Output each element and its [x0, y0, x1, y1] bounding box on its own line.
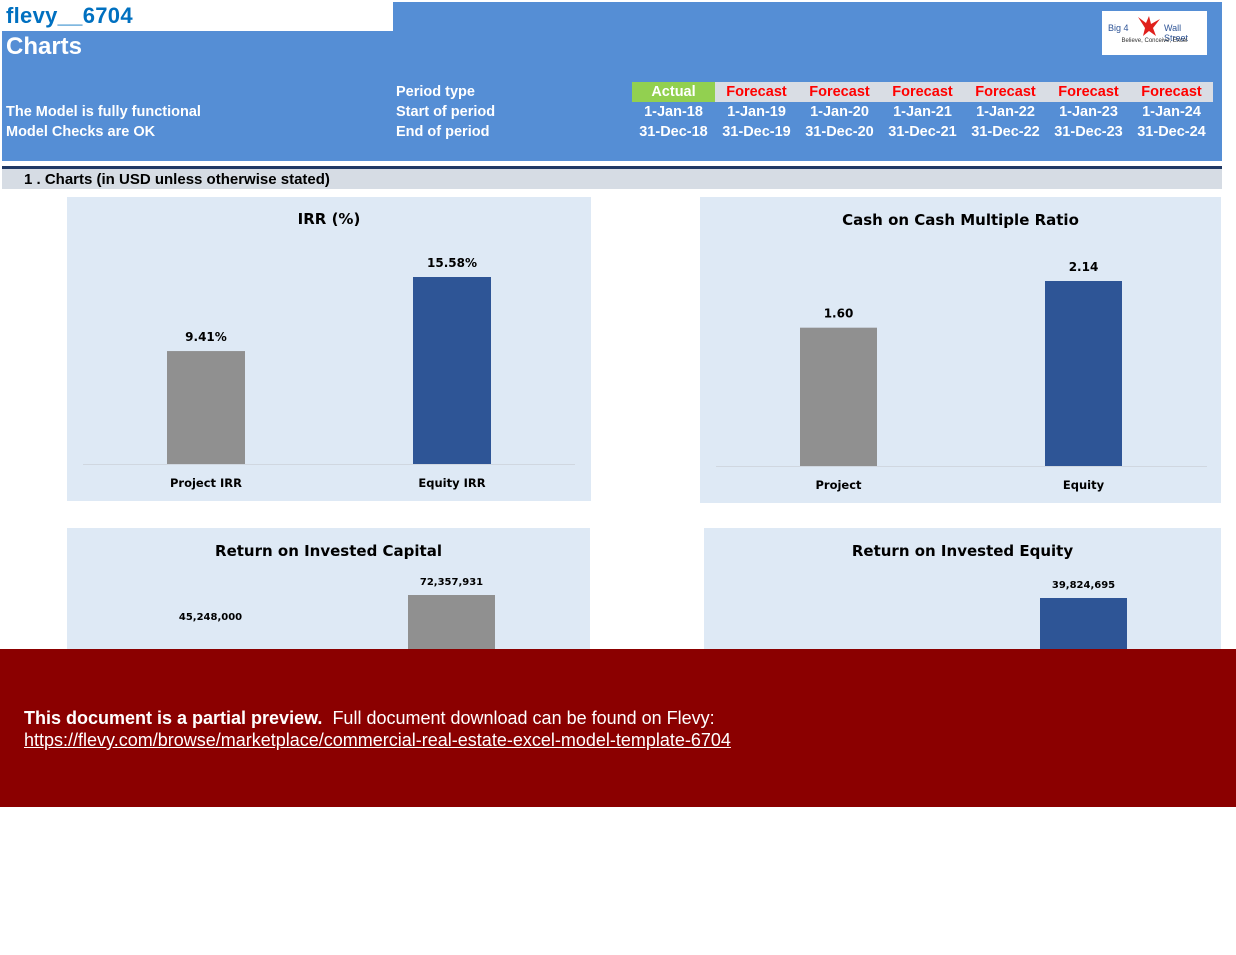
period-start-cell: 1-Jan-24 — [1142, 104, 1201, 120]
roie-chart-plot: 39,824,695 — [1040, 580, 1127, 649]
period-start-cell: 1-Jan-21 — [893, 104, 952, 120]
cash-on-cash-chart: Cash on Cash Multiple Ratio 1.60 Project 2… — [700, 197, 1221, 503]
logo-text-left: Big 4 — [1108, 23, 1129, 33]
start-of-period-label: Start of period — [396, 104, 496, 120]
period-type-cell: Forecast — [881, 82, 964, 102]
irr-chart: IRR (%) 9.41% Project IRR 15.58% Equity IRR — [67, 197, 591, 501]
preview-message: Full document download can be found on F… — [332, 708, 715, 728]
end-of-period-label: End of period — [396, 124, 490, 140]
period-start-cell: 1-Jan-23 — [1059, 104, 1118, 120]
return-on-invested-capital-chart: Return on Invested Capital 45,248,000 72,… — [67, 528, 590, 649]
period-start-cell: 1-Jan-20 — [810, 104, 869, 120]
period-start-cell: 1-Jan-19 — [727, 104, 786, 120]
period-type-label: Period type — [396, 84, 475, 100]
section-title: 1 . Charts (in USD unless otherwise stat… — [24, 171, 330, 188]
data-label: 45,248,000 — [179, 612, 242, 623]
eagle-icon — [1138, 16, 1160, 36]
data-label: 15.58% — [427, 256, 477, 270]
category-label: Equity — [1063, 478, 1105, 492]
period-end-cell: 31-Dec-24 — [1137, 124, 1206, 140]
bar-equity — [1045, 281, 1122, 466]
bar-equity-irr — [413, 277, 491, 464]
model-status: The Model is fully functional — [6, 104, 201, 120]
bar-project-irr — [167, 351, 245, 464]
return-on-invested-equity-chart: Return on Invested Equity 39,824,695 — [704, 528, 1221, 649]
period-end-cell: 31-Dec-22 — [971, 124, 1040, 140]
logo-tagline: Believe, Conceive, Excel — [1121, 38, 1188, 44]
period-type-cell: Forecast — [798, 82, 881, 102]
preview-lead: This document is a partial preview. — [24, 708, 323, 728]
period-type-cell: Actual — [632, 82, 715, 102]
document-id: flevy__6704 — [6, 3, 133, 28]
period-type-cell: Forecast — [715, 82, 798, 102]
data-label: 9.41% — [185, 330, 227, 344]
period-type-cell: Forecast — [1047, 82, 1130, 102]
period-start-cell: 1-Jan-22 — [976, 104, 1035, 120]
bar-project — [800, 327, 877, 466]
data-label: 2.14 — [1069, 260, 1099, 274]
category-label: Project — [815, 478, 862, 492]
period-end-cell: 31-Dec-23 — [1054, 124, 1123, 140]
bar-series-0 — [167, 630, 254, 649]
cash-on-cash-chart-plot: 1.60 Project 2.14 Equity — [716, 260, 1207, 492]
roic-chart-plot: 45,248,000 72,357,931 — [167, 577, 495, 649]
irr-chart-plot: 9.41% Project IRR 15.58% Equity IRR — [83, 256, 575, 490]
period-end-cell: 31-Dec-20 — [805, 124, 874, 140]
data-label: 72,357,931 — [420, 577, 483, 588]
period-end-cell: 31-Dec-19 — [722, 124, 791, 140]
period-type-cell: Forecast — [1130, 82, 1213, 102]
flevy-download-link[interactable]: https://flevy.com/browse/marketplace/com… — [24, 729, 731, 751]
category-label: Equity IRR — [418, 476, 485, 490]
period-type-cell: Forecast — [964, 82, 1047, 102]
data-label: 39,824,695 — [1052, 580, 1115, 591]
model-checks-status: Model Checks are OK — [6, 124, 156, 140]
preview-notice: This document is a partial preview. Full… — [24, 707, 731, 751]
period-end-cell: 31-Dec-18 — [639, 124, 708, 140]
bar-series-1 — [408, 595, 495, 649]
period-start-cell: 1-Jan-18 — [644, 104, 703, 120]
data-label: 1.60 — [824, 307, 854, 321]
category-label: Project IRR — [170, 476, 242, 490]
period-end-cell: 31-Dec-21 — [888, 124, 957, 140]
bar-series-1 — [1040, 598, 1127, 649]
sheet-title: Charts — [6, 33, 83, 60]
company-logo: Big 4 Wall Street Believe, Conceive, Exc… — [1102, 11, 1207, 55]
